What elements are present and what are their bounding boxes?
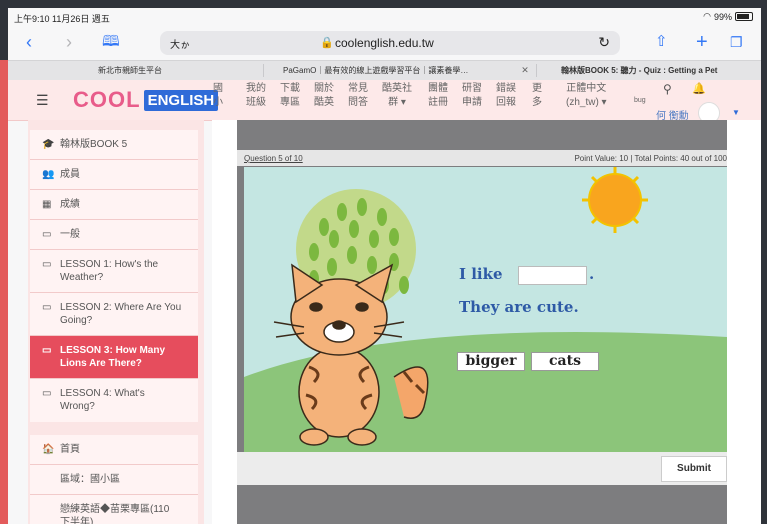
battery-icon — [735, 12, 753, 21]
sentence-line-1: I like — [459, 265, 503, 283]
nav-language[interactable]: 正體中文 (zh_tw) ▾ — [566, 82, 607, 110]
back-icon[interactable]: ‹ — [26, 32, 32, 52]
sidebar-item-course[interactable]: 🎓 翰林版BOOK 5 — [30, 130, 198, 160]
folder-icon: ▭ — [42, 302, 52, 313]
quiz-footer — [237, 485, 727, 524]
menu-icon[interactable]: ☰ — [36, 92, 49, 109]
sidebar-item-home[interactable]: 🏠 首頁 — [30, 435, 198, 465]
tab-quiz[interactable]: 翰林版BOOK 5: 聽力 - Quiz : Getting a Pet — [561, 61, 761, 80]
sidebar-item-lesson-4[interactable]: ▭ LESSON 4: What's Wrong? — [30, 379, 198, 422]
tab-ntpc[interactable]: 新北市親師生平台 — [98, 61, 258, 80]
bookmarks-icon[interactable]: 🕮 — [102, 32, 120, 52]
forward-icon[interactable]: › — [66, 32, 72, 52]
site-header: ☰ COOL ENGLISH 國 小 我的 班級 下載 專區 關於 酷英 常見 … — [8, 80, 761, 124]
search-icon[interactable]: ⚲ — [663, 82, 672, 96]
table-icon: ▦ — [42, 199, 52, 210]
address-bar[interactable]: 大ゕ 🔒 coolenglish.edu.tw ↻ — [160, 31, 620, 55]
sidebar-item-label: 翰林版BOOK 5 — [60, 139, 128, 150]
sidebar-item-label: 一般 — [60, 229, 80, 240]
tab-strip: 新北市親師生平台 PaGamO｜最有效的線上遊戲學習平台｜讓素養學… ✕ 翰林版… — [8, 60, 761, 80]
sidebar: 🎓 翰林版BOOK 5 👥 成員 ▦ 成績 ▭ 一般 ▭ LESSON 1: How's … — [28, 120, 204, 524]
nav-more[interactable]: 更 多 — [532, 82, 542, 110]
sidebar-item-label: LESSON 1: How's the Weather? — [60, 259, 159, 283]
submit-button[interactable]: Submit — [661, 456, 727, 482]
sidebar-item-label: 戀練英語◆苗栗專區(110 下半年) — [60, 504, 170, 524]
tab-close-icon[interactable]: ✕ — [520, 65, 530, 75]
chevron-down-icon[interactable]: ▼ — [732, 108, 740, 117]
status-time: 上午9:10 11月26日 週五 — [14, 14, 110, 24]
wifi-icon: ◠ — [703, 11, 711, 21]
browser-toolbar: ‹ › 🕮 大ゕ 🔒 coolenglish.edu.tw ↻ ⇧ + ❐ — [8, 26, 761, 60]
sidebar-item-label: LESSON 2: Where Are You Going? — [60, 302, 182, 326]
sidebar-item-label: LESSON 4: What's Wrong? — [60, 388, 145, 412]
question-number: Question 5 of 10 — [244, 154, 303, 163]
nav-workshop[interactable]: 研習 申請 — [462, 82, 482, 110]
choice-bigger[interactable]: bigger — [457, 352, 525, 371]
nav-elementary[interactable]: 國 小 — [213, 82, 223, 110]
nav-my-class[interactable]: 我的 班級 — [246, 82, 266, 110]
sidebar-item-grades[interactable]: ▦ 成績 — [30, 190, 198, 220]
sidebar-item-members[interactable]: 👥 成員 — [30, 160, 198, 190]
nav-report-error[interactable]: 錯誤 回報 — [496, 82, 516, 110]
sidebar-item-lesson-2[interactable]: ▭ LESSON 2: Where Are You Going? — [30, 293, 198, 336]
nav-bug[interactable]: bug — [634, 94, 646, 108]
sun-icon — [582, 167, 648, 233]
quiz-header: Question 5 of 10 Point Value: 10 | Total… — [237, 150, 727, 166]
status-right: ◠ 99% — [703, 11, 753, 22]
battery-percent: 99% — [713, 11, 732, 22]
site-nav: 🏠 首頁 區域：國小區 戀練英語◆苗栗專區(110 下半年) — [30, 435, 198, 524]
course-nav: 🎓 翰林版BOOK 5 👥 成員 ▦ 成績 ▭ 一般 ▭ LESSON 1: How's … — [30, 130, 198, 422]
sidebar-item-label: 首頁 — [60, 444, 80, 455]
sidebar-item-label: 成績 — [60, 199, 80, 210]
folder-icon: ▭ — [42, 259, 52, 270]
home-icon: 🏠 — [42, 444, 55, 455]
nav-community[interactable]: 酷英社 群 ▾ — [382, 82, 412, 110]
quiz-scene: I like . They are cute. bigger cats — [244, 167, 727, 452]
sidebar-item-label: 成員 — [60, 169, 80, 180]
share-icon[interactable]: ⇧ — [655, 32, 668, 52]
answer-drop-zone[interactable] — [518, 266, 587, 285]
folder-icon: ▭ — [42, 229, 52, 240]
sidebar-item-lesson-3[interactable]: ▭ LESSON 3: How Many Lions Are There? — [30, 336, 198, 379]
sentence-period: . — [589, 265, 595, 283]
nav-group-register[interactable]: 團體 註冊 — [428, 82, 448, 110]
nav-about[interactable]: 關於 酷英 — [314, 82, 334, 110]
quiz-frame: Question 5 of 10 Point Value: 10 | Total… — [237, 120, 727, 524]
nav-faq[interactable]: 常見 問答 — [348, 82, 368, 110]
main-content: Question 5 of 10 Point Value: 10 | Total… — [212, 120, 761, 524]
new-tab-icon[interactable]: + — [696, 32, 708, 52]
logo-english: ENGLISH — [143, 89, 219, 111]
sidebar-item-miaoli[interactable]: 戀練英語◆苗栗專區(110 下半年) — [30, 495, 198, 524]
url-text: coolenglish.edu.tw — [335, 36, 434, 50]
sentence-line-2: They are cute. — [459, 298, 579, 316]
sidebar-item-general[interactable]: ▭ 一般 — [30, 220, 198, 250]
logo-cool: COOL — [73, 87, 141, 112]
bell-icon[interactable]: 🔔 — [692, 82, 706, 95]
sidebar-item-region[interactable]: 區域：國小區 — [30, 465, 198, 495]
sidebar-item-label: LESSON 3: How Many Lions Are There? — [60, 345, 166, 369]
tabs-overview-icon[interactable]: ❐ — [730, 32, 743, 52]
folder-icon: ▭ — [42, 388, 52, 399]
left-decoration — [0, 60, 8, 524]
coolenglish-logo[interactable]: COOL ENGLISH — [73, 87, 219, 112]
reload-icon[interactable]: ↻ — [598, 34, 610, 51]
choice-cats[interactable]: cats — [531, 352, 599, 371]
users-icon: 👥 — [42, 169, 55, 180]
folder-icon: ▭ — [42, 345, 52, 356]
reader-aa-button[interactable]: 大ゕ — [170, 36, 190, 51]
nav-downloads[interactable]: 下載 專區 — [280, 82, 300, 110]
graduation-cap-icon: 🎓 — [42, 139, 55, 150]
lock-icon: 🔒 — [320, 37, 334, 49]
ipad-screen: 上午9:10 11月26日 週五 ◠ 99% ‹ › 🕮 大ゕ 🔒 coolen… — [8, 8, 761, 524]
tab-pagamo[interactable]: PaGamO｜最有效的線上遊戲學習平台｜讓素養學… — [283, 61, 505, 80]
submit-bar: Submit — [237, 452, 727, 485]
sidebar-item-label: 區域：國小區 — [60, 474, 120, 485]
sidebar-item-lesson-1[interactable]: ▭ LESSON 1: How's the Weather? — [30, 250, 198, 293]
point-value: Point Value: 10 | Total Points: 40 out o… — [574, 154, 727, 163]
status-bar: 上午9:10 11月26日 週五 ◠ 99% — [8, 8, 761, 26]
